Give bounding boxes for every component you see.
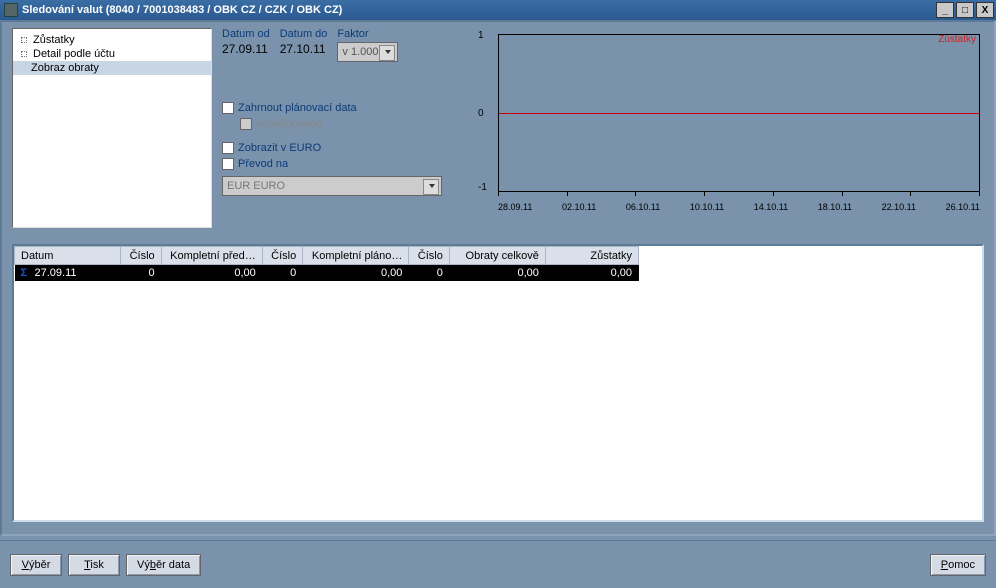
chart: Zůstatky 1 0 -1 28.09.11 02.10.11 06.10.…	[474, 28, 984, 218]
tisk-button[interactable]: Tisk	[68, 554, 120, 576]
checkbox-nedef[interactable]	[240, 118, 252, 130]
checkbox-euro[interactable]	[222, 142, 234, 154]
chevron-down-icon	[429, 184, 435, 188]
col-obraty[interactable]: Obraty celkově	[449, 247, 545, 265]
table-header-row: Datum Číslo Kompletní před… Číslo Komple…	[15, 247, 639, 265]
chart-plot-area	[498, 34, 980, 192]
app-icon	[4, 3, 18, 17]
y-tick: 1	[478, 30, 484, 41]
label-nedef: nedefingváno	[256, 118, 322, 130]
value-datum-do: 27.10.11	[280, 42, 328, 56]
label-faktor: Faktor	[337, 28, 397, 40]
col-cislo1[interactable]: Číslo	[121, 247, 161, 265]
col-zustatky[interactable]: Zůstatky	[545, 247, 638, 265]
titlebar: Sledování valut (8040 / 7001038483 / OBK…	[0, 0, 996, 20]
col-komp2[interactable]: Kompletní pláno…	[303, 247, 409, 265]
checkbox-zahrnout[interactable]	[222, 102, 234, 114]
currency-select[interactable]: EUR EURO	[222, 176, 442, 196]
sigma-icon: Σ	[21, 267, 35, 279]
vyber-data-button[interactable]: Výběr data	[126, 554, 201, 576]
tree-item-zustatky[interactable]: Zůstatky	[13, 33, 211, 47]
faktor-select[interactable]: v 1.000	[337, 42, 397, 62]
label-datum-od: Datum od	[222, 28, 270, 40]
label-zahrnout: Zahrnout plánovací data	[238, 102, 357, 114]
checkbox-prevod[interactable]	[222, 158, 234, 170]
value-datum-od: 27.09.11	[222, 42, 270, 56]
col-datum[interactable]: Datum	[15, 247, 121, 265]
col-cislo2[interactable]: Číslo	[262, 247, 302, 265]
label-euro: Zobrazit v EURO	[238, 142, 321, 154]
window-title: Sledování valut (8040 / 7001038483 / OBK…	[22, 4, 936, 16]
data-table: Datum Číslo Kompletní před… Číslo Komple…	[14, 246, 639, 281]
chart-series-line	[499, 113, 979, 114]
tree-item-obraty[interactable]: Zobraz obraty	[13, 61, 211, 75]
table-row[interactable]: Σ27.09.11 0 0,00 0 0,00 0 0,00 0,00	[15, 265, 639, 281]
x-ticks: 28.09.11 02.10.11 06.10.11 10.10.11 14.1…	[498, 202, 980, 212]
close-button[interactable]: X	[976, 2, 994, 18]
tree-item-detail[interactable]: Detail podle účtu	[13, 47, 211, 61]
x-tick-marks	[498, 191, 980, 196]
col-komp1[interactable]: Kompletní před…	[161, 247, 262, 265]
col-cislo3[interactable]: Číslo	[409, 247, 449, 265]
label-prevod: Převod na	[238, 158, 288, 170]
nav-tree: Zůstatky Detail podle účtu Zobraz obraty	[12, 28, 212, 228]
pomoc-button[interactable]: Pomoc	[930, 554, 986, 576]
maximize-button[interactable]: □	[956, 2, 974, 18]
label-datum-do: Datum do	[280, 28, 328, 40]
vyber-button[interactable]: Výběr	[10, 554, 62, 576]
minimize-button[interactable]: _	[936, 2, 954, 18]
y-tick: -1	[478, 182, 487, 193]
y-tick: 0	[478, 108, 484, 119]
bottom-toolbar: Výběr Tisk Výběr data Pomoc	[0, 540, 996, 588]
data-table-wrap: Datum Číslo Kompletní před… Číslo Komple…	[12, 244, 984, 522]
chevron-down-icon	[385, 50, 391, 54]
content-area: Zůstatky Detail podle účtu Zobraz obraty…	[0, 20, 996, 536]
filter-form: Datum od 27.09.11 Datum do 27.10.11 Fakt…	[222, 28, 462, 196]
